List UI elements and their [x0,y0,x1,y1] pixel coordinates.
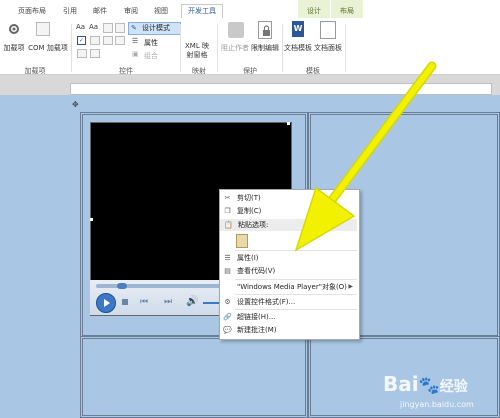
design-mode-label: 设计模式 [142,24,170,32]
combobox-control-icon[interactable] [90,36,100,45]
menu-item-new-comment[interactable]: 💬 新建批注(M) [219,324,358,336]
comment-icon: 💬 [223,326,232,334]
menu-item-hyperlink[interactable]: 🔗 超链接(H)... [219,311,358,323]
baidu-logo: Bai🐾经验 [383,372,468,396]
block-authors-button[interactable]: 阻止作者 [219,43,251,53]
menu-item-format-control[interactable]: ⚙ 设置控件格式(F)... [219,296,358,308]
restrict-editing-button[interactable]: 限制编辑 [250,43,280,53]
code-icon: ▤ [224,267,231,275]
properties-button[interactable]: 属性 [144,38,158,48]
paste-keep-formatting-icon[interactable] [236,234,248,248]
play-icon [104,299,110,307]
checkbox-control-icon[interactable]: ✓ [77,36,86,45]
block-authors-icon [228,22,244,38]
restrict-editing-icon [258,21,272,39]
menu-separator [235,309,357,310]
group-divider [217,24,218,72]
tab-layout[interactable]: 布局 [331,0,363,18]
gear-icon [7,22,21,36]
dropdown-control-icon[interactable] [103,36,113,45]
tab-view[interactable]: 视图 [154,5,168,18]
stop-icon[interactable] [122,299,128,305]
repeating-section-icon[interactable] [77,49,87,58]
rich-text-control-icon[interactable]: Aa [76,23,85,31]
clipboard-icon: 📋 [224,221,233,229]
building-block-icon[interactable] [115,23,125,33]
watermark-url: jingyan.baidu.com [400,400,474,409]
copy-icon: ❐ [224,207,231,215]
table-cell[interactable] [80,336,308,418]
tab-review[interactable]: 审阅 [124,5,138,18]
group-icon: ▣ [132,50,139,58]
menu-separator [235,294,357,295]
plain-text-control-icon[interactable]: Aa [89,23,98,31]
com-addins-button[interactable]: COM 加载项 [26,43,70,53]
tab-page-layout[interactable]: 页面布局 [18,5,46,18]
volume-slider[interactable] [203,302,219,304]
previous-icon[interactable]: ⏮ [140,297,148,307]
menu-item-view-code[interactable]: ▤ 查看代码(V) [219,265,358,277]
format-control-icon: ⚙ [224,298,231,306]
resize-handle[interactable] [90,218,93,221]
scissors-icon: ✂ [224,194,231,202]
group-divider [180,24,181,72]
seek-thumb[interactable] [117,283,127,289]
hyperlink-icon: 🔗 [223,313,232,321]
date-picker-icon[interactable] [115,36,125,45]
menu-separator [235,279,357,280]
document-template-button[interactable]: 文档模板 [283,43,313,53]
table-move-handle-icon[interactable]: ✥ [72,100,79,109]
next-icon[interactable]: ⏭ [164,297,172,307]
document-panel-button[interactable]: 文档面板 [312,43,344,53]
properties-icon: ☰ [224,254,231,262]
design-mode-button[interactable]: ✎ 设计模式 [128,22,181,35]
addins-button[interactable]: 加载项 [1,43,27,53]
tab-references[interactable]: 引用 [63,5,77,18]
com-addins-icon [36,22,50,36]
annotation-arrow [294,61,437,252]
play-button[interactable] [96,293,116,313]
design-mode-icon: ✎ [131,24,137,32]
properties-icon: ☰ [132,37,139,45]
tab-mailings[interactable]: 邮件 [93,5,107,18]
group-divider [71,24,72,72]
submenu-arrow-icon: ▶ [348,283,353,290]
document-panel-icon [320,21,336,39]
xml-mapping-pane-button[interactable]: XML 映射窗格 [182,42,212,60]
volume-icon[interactable]: 🔊 [186,296,198,307]
tab-design[interactable]: 设计 [298,0,330,18]
legacy-tools-icon[interactable] [90,49,100,58]
word-document-icon: W [292,21,304,37]
menu-item-wmp-object[interactable]: "Windows Media Player"对象(O) ▶ [219,281,358,293]
picture-control-icon[interactable] [103,23,113,33]
group-button[interactable]: 组合 [144,51,158,61]
